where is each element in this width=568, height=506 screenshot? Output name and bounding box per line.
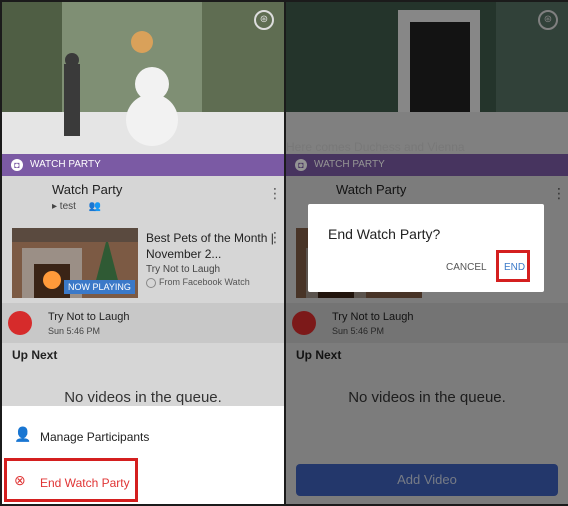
highlight-box (4, 458, 138, 502)
empty-queue-message: No videos in the queue. (64, 389, 222, 406)
party-title: Watch Party (52, 182, 123, 197)
video-source: From Facebook Watch (146, 277, 276, 288)
party-more-icon[interactable]: ⋮ (268, 187, 282, 201)
current-video-info[interactable]: Best Pets of the Month | November 2... T… (146, 230, 276, 288)
participants-icon: 👥 (88, 201, 102, 212)
video-channel: Try Not to Laugh (146, 264, 221, 275)
manage-participants-label: Manage Participants (40, 430, 150, 444)
cancel-button[interactable]: CANCEL (446, 262, 487, 273)
dialog-title: End Watch Party? (328, 226, 441, 242)
band-label: WATCH PARTY (30, 159, 101, 170)
right-screen: ⊛ Here comes Duchess and Vienna ◘ WATCH … (286, 2, 568, 504)
left-screen: ⊛ ◘ WATCH PARTY Watch Party ▸ test 👥 ⋮ N… (2, 2, 284, 504)
video-player[interactable]: ⊛ (2, 2, 284, 154)
end-watch-party-dialog: End Watch Party? CANCEL END (308, 204, 544, 292)
host-tag: ▸ test (52, 201, 76, 212)
highlight-box (496, 250, 530, 282)
video-source-label: From Facebook Watch (159, 277, 250, 287)
watch-party-band: ◘ WATCH PARTY (2, 154, 284, 176)
now-playing-badge: NOW PLAYING (64, 280, 135, 294)
page-logo: ⊛ (254, 10, 274, 30)
source-icon (146, 277, 156, 288)
manage-participants-button[interactable]: 👤 Manage Participants (2, 418, 284, 458)
queue-item[interactable]: Try Not to Laugh Sun 5:46 PM (2, 303, 284, 343)
queue-item-title: Try Not to Laugh (48, 311, 130, 323)
current-video-thumbnail[interactable]: NOW PLAYING (12, 228, 138, 298)
party-host: ▸ test 👥 (52, 201, 101, 212)
video-title: Best Pets of the Month | November 2... (146, 231, 274, 261)
participants-icon: 👤 (14, 426, 32, 442)
video-more-icon[interactable]: ⋮ (268, 231, 282, 245)
watch-party-icon: ◘ (11, 159, 23, 171)
up-next-heading: Up Next (12, 348, 58, 362)
queue-item-time: Sun 5:46 PM (48, 326, 101, 336)
channel-logo (8, 311, 32, 335)
